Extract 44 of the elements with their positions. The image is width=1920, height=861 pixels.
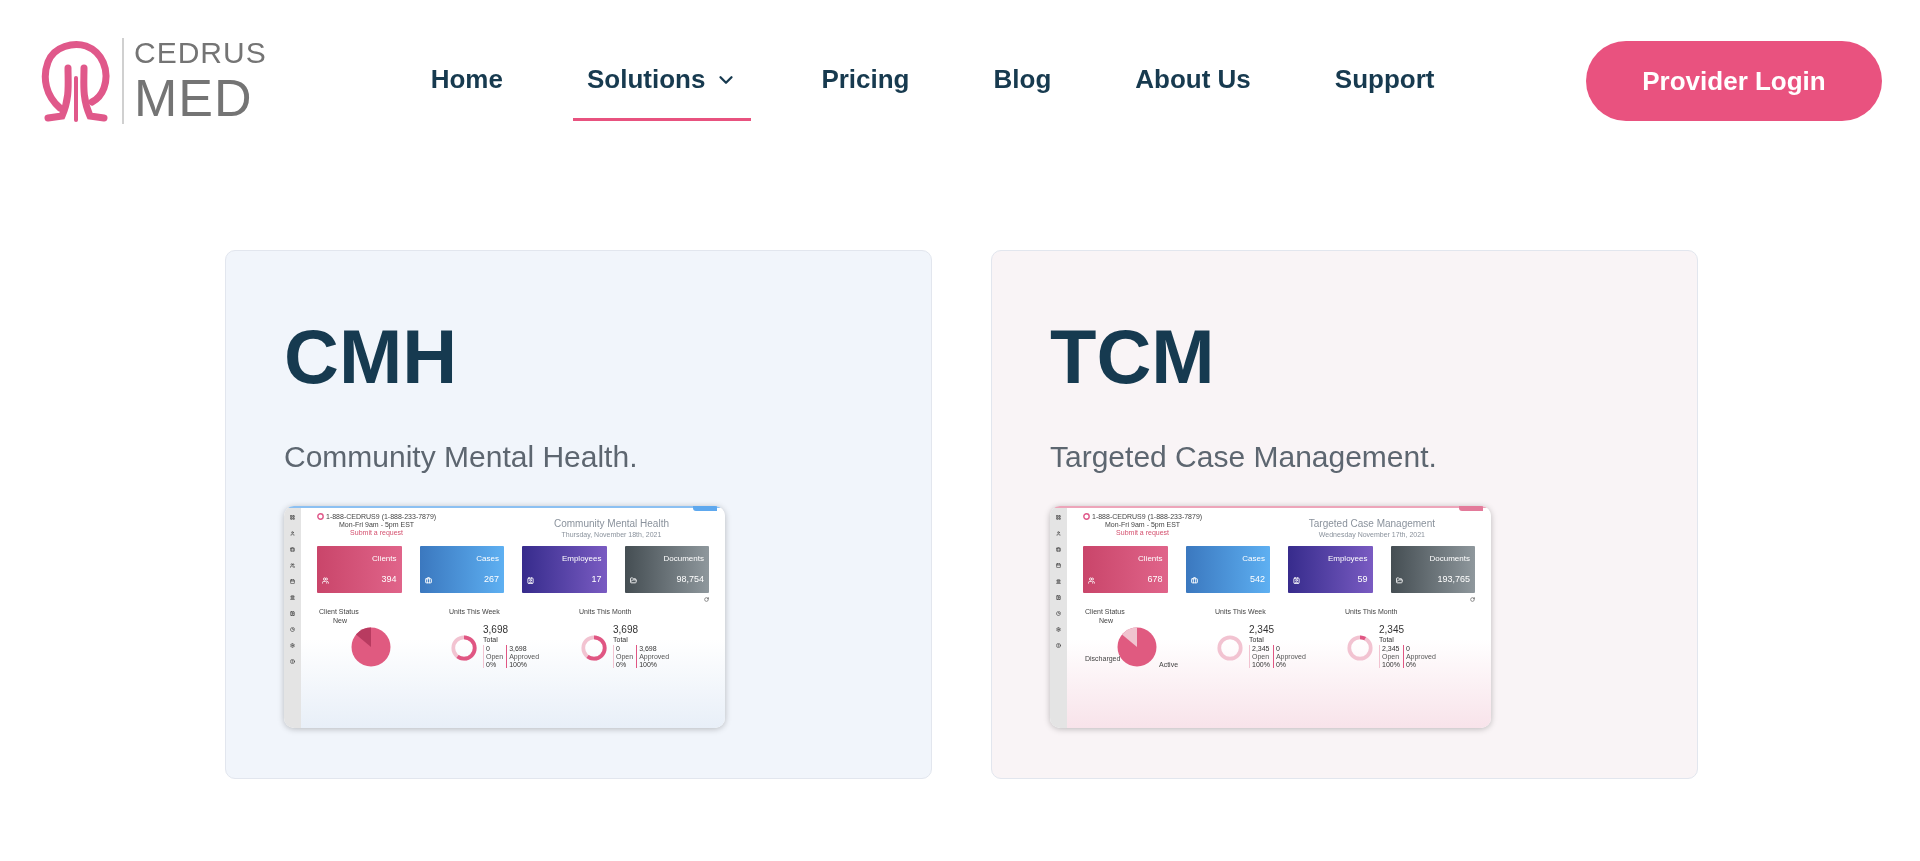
provider-login-button[interactable]: Provider Login	[1586, 41, 1882, 121]
total-value: 2,345	[1249, 625, 1276, 635]
stat-label: Documents	[663, 555, 704, 563]
nav-link[interactable]: Home	[416, 41, 517, 121]
total-value: 3,698	[613, 625, 640, 635]
stat-label: Employees	[561, 555, 602, 563]
stat-value: 542	[1249, 575, 1265, 584]
folder-icon	[629, 577, 637, 584]
donut-chart	[1345, 633, 1375, 663]
stat-label: Documents	[1429, 555, 1470, 563]
solution-title: TCM	[1050, 319, 1216, 395]
stat-value: 394	[381, 575, 397, 584]
dashboard-title: Targeted Case Management	[1308, 519, 1435, 529]
logo-bottom-text: MED	[134, 72, 254, 124]
nav-link[interactable]: Blog	[979, 41, 1066, 121]
solution-title: CMH	[284, 319, 459, 395]
stat-value: 678	[1147, 575, 1163, 584]
pie-chart	[351, 627, 391, 667]
stat-label: Clients	[372, 555, 397, 563]
logo-top-text: CEDRUS	[134, 38, 267, 68]
total-value: 3,698	[483, 625, 510, 635]
nav-link[interactable]: Pricing	[807, 41, 924, 121]
solution-subtitle: Targeted Case Management.	[1050, 442, 1438, 472]
badge-icon	[527, 577, 534, 584]
donut-chart	[1215, 633, 1245, 663]
donut-chart	[449, 633, 479, 663]
dashboard-title: Community Mental Health	[553, 519, 669, 529]
badge-icon	[1293, 577, 1300, 584]
solution-subtitle: Community Mental Health.	[284, 442, 639, 472]
stat-value: 17	[591, 575, 602, 584]
stat-label: Employees	[1327, 555, 1368, 563]
donut-chart	[579, 633, 609, 663]
stat-value: 98,754	[676, 575, 704, 584]
stat-label: Cases	[1242, 555, 1265, 563]
folder-icon	[1395, 577, 1403, 584]
stat-label: Cases	[476, 555, 499, 563]
stat-label: Clients	[1138, 555, 1163, 563]
nav-link[interactable]: About Us	[1121, 41, 1265, 121]
stat-value: 193,765	[1437, 575, 1470, 584]
nav-link[interactable]: Support	[1320, 41, 1449, 121]
stat-value: 59	[1357, 575, 1368, 584]
nav-link[interactable]: Solutions	[572, 41, 752, 121]
total-value: 2,345	[1379, 625, 1406, 635]
stat-value: 267	[483, 575, 499, 584]
